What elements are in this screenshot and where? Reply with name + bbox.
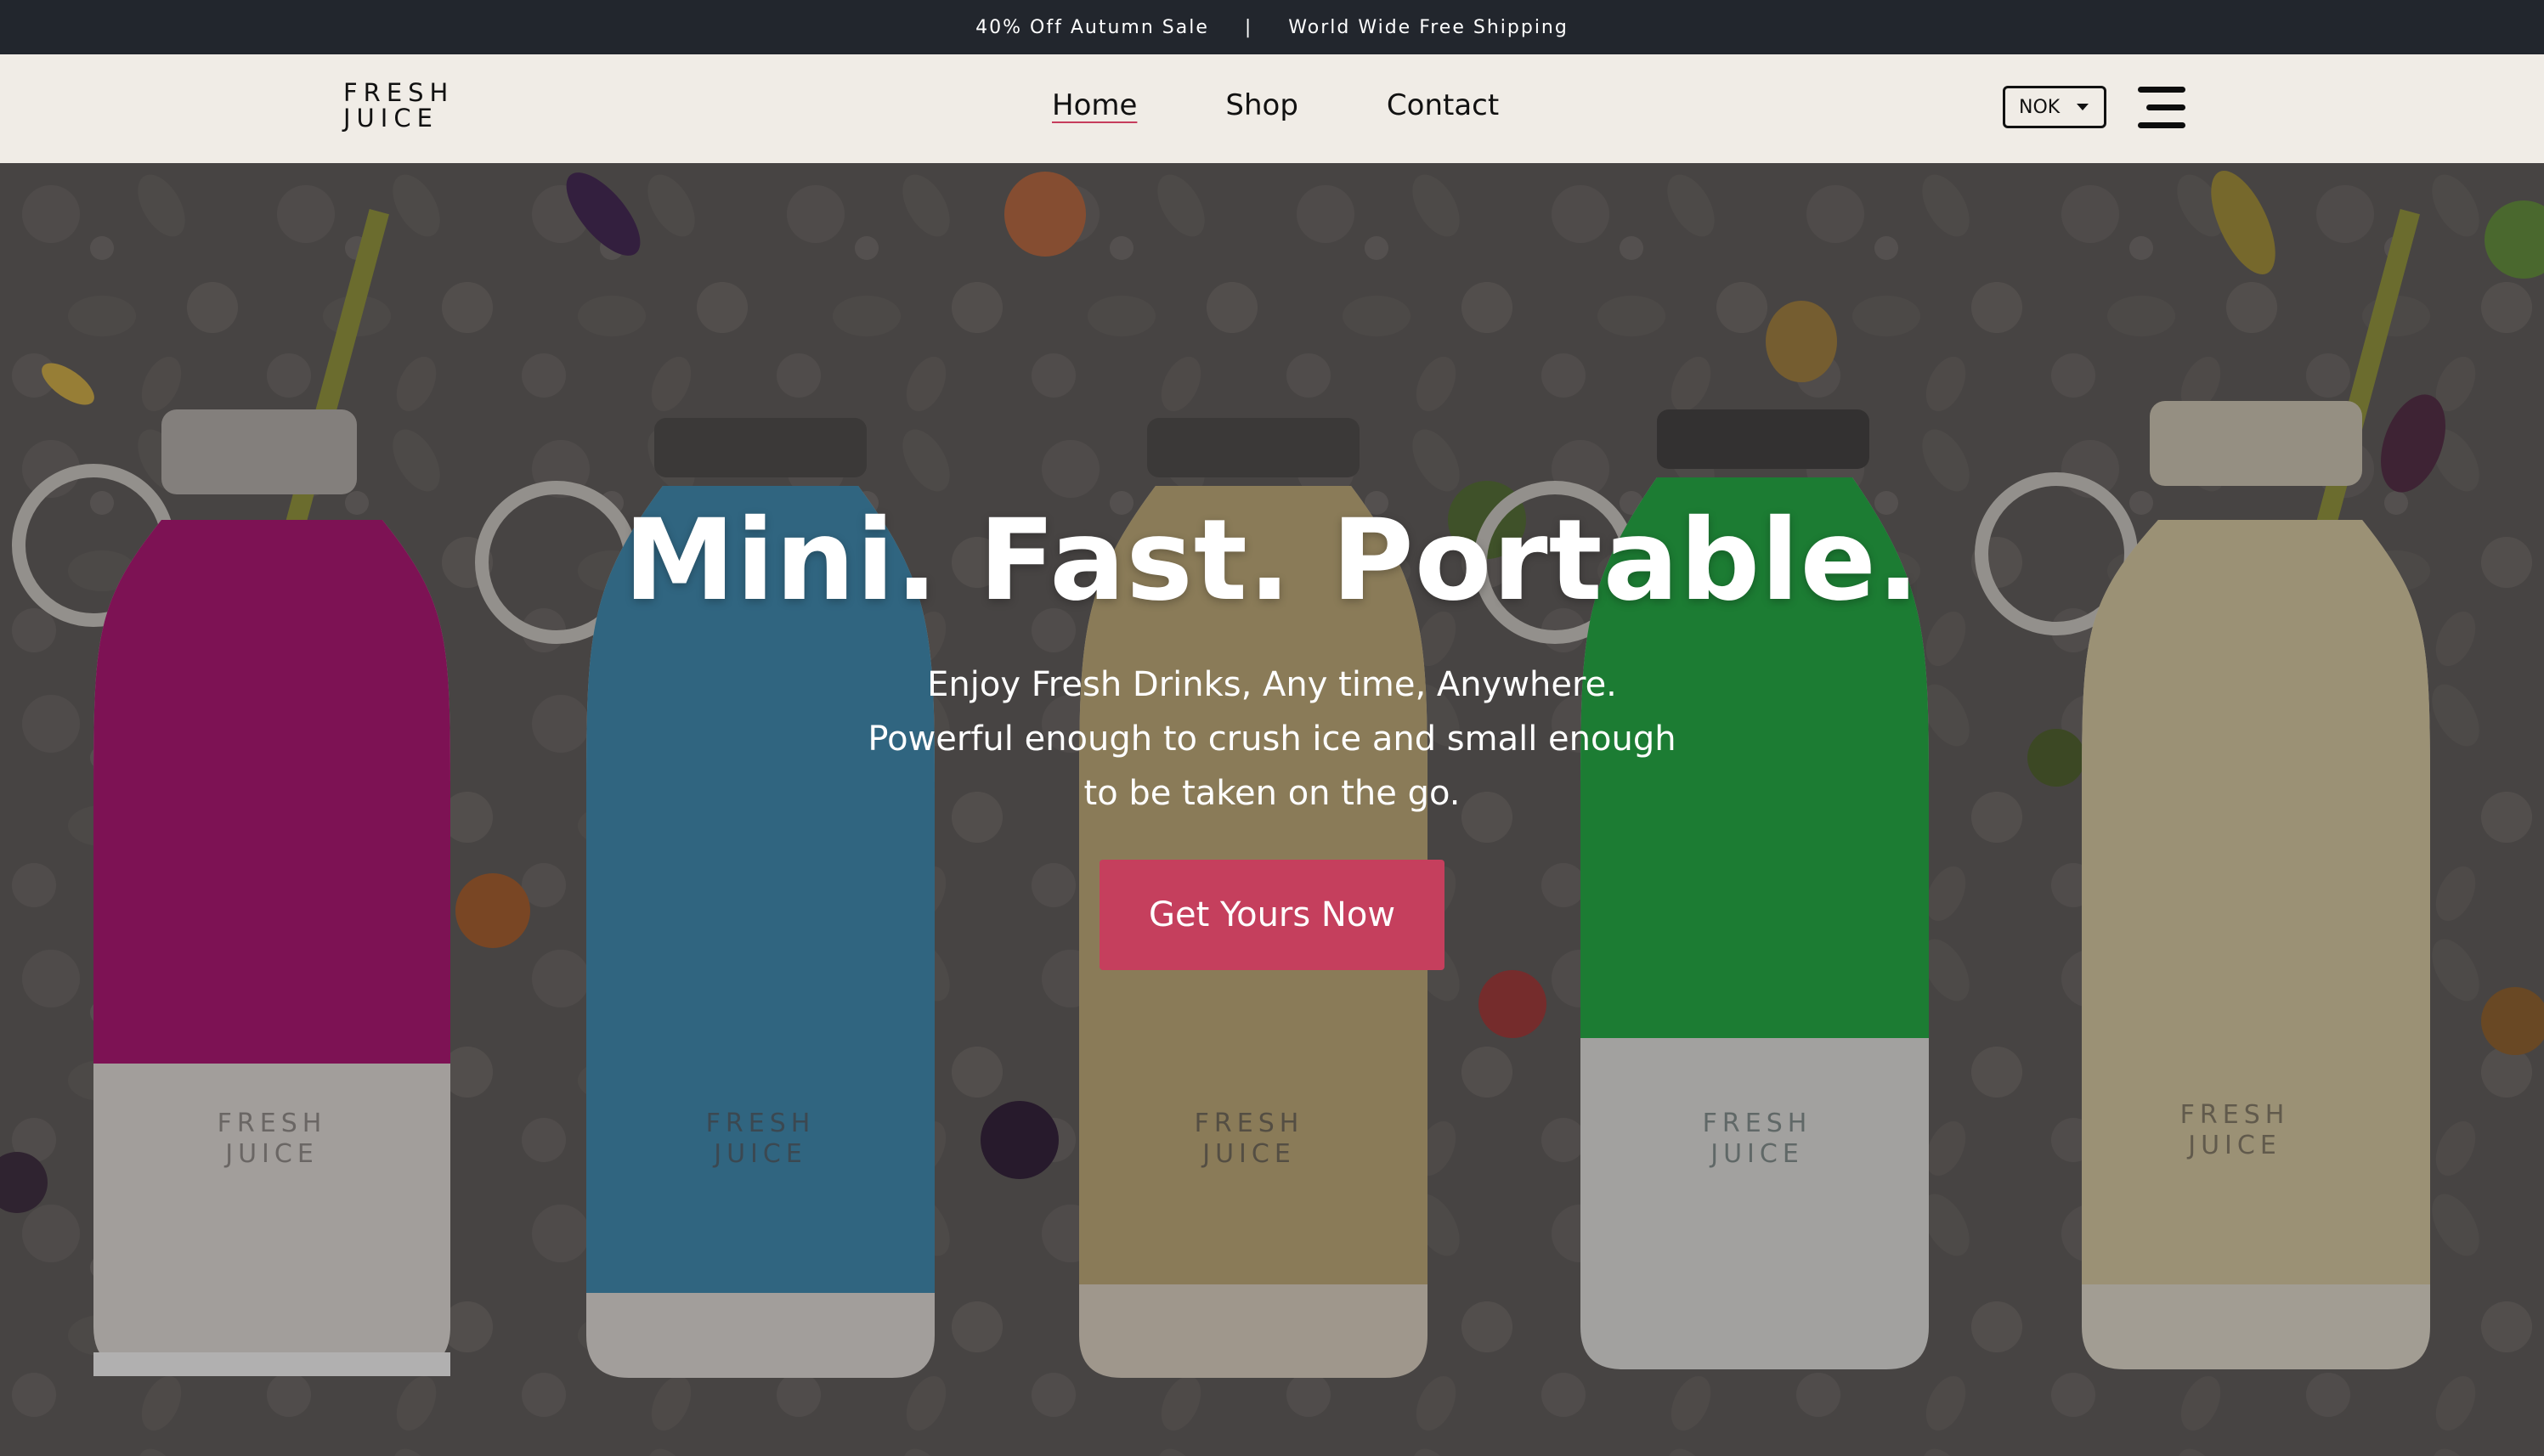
hero-section: FRESH JUICE FRESH JUICE FRESH JUICE FRES…: [0, 163, 2544, 1456]
hero-subtitle-line-3: to be taken on the go.: [1083, 774, 1461, 813]
page: 40% Off Autumn Sale | World Wide Free Sh…: [0, 0, 2544, 1456]
nav-shop[interactable]: Shop: [1225, 88, 1298, 122]
hero-subtitle: Enjoy Fresh Drinks, Any time, Anywhere. …: [0, 657, 2544, 821]
logo-line-2: JUICE: [343, 104, 438, 133]
sale-announcement: 40% Off Autumn Sale: [975, 16, 1209, 38]
logo[interactable]: FRESH JUICE: [343, 80, 454, 131]
announcement-separator: |: [1244, 16, 1253, 38]
caret-down-icon: [2077, 104, 2089, 110]
main-nav: Home Shop Contact: [1052, 88, 1499, 122]
hero-title: Mini. Fast. Portable.: [623, 495, 1921, 626]
site-header: FRESH JUICE Home Shop Contact NOK: [0, 54, 2544, 163]
currency-select[interactable]: NOK: [2003, 86, 2106, 128]
nav-contact[interactable]: Contact: [1387, 88, 1499, 122]
get-yours-now-button[interactable]: Get Yours Now: [1100, 860, 1444, 970]
shipping-announcement: World Wide Free Shipping: [1288, 16, 1569, 38]
logo-line-1: FRESH: [343, 78, 455, 107]
announcement-bar: 40% Off Autumn Sale | World Wide Free Sh…: [0, 0, 2544, 54]
hero-subtitle-line-1: Enjoy Fresh Drinks, Any time, Anywhere.: [927, 665, 1617, 704]
menu-icon[interactable]: [2136, 87, 2187, 129]
nav-home[interactable]: Home: [1052, 88, 1137, 122]
hero-subtitle-line-2: Powerful enough to crush ice and small e…: [868, 720, 1676, 759]
currency-value: NOK: [2019, 96, 2061, 118]
